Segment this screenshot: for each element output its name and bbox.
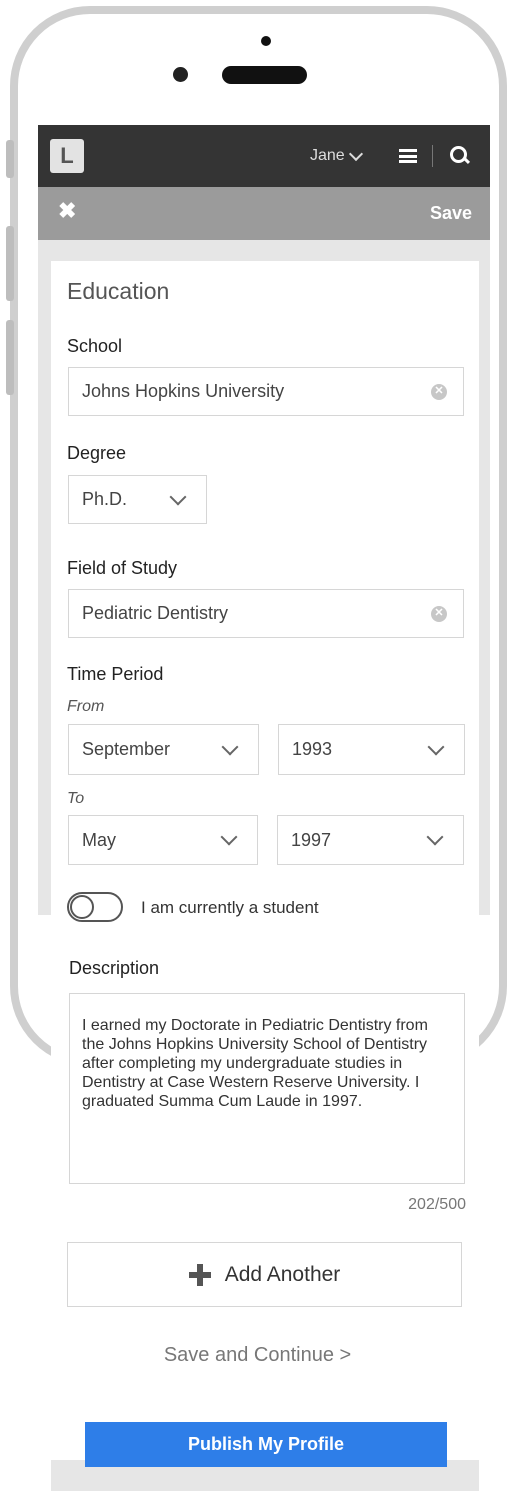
clear-icon[interactable]: ✕	[431, 383, 447, 400]
nav-divider	[432, 145, 433, 167]
plus-icon	[188, 1263, 211, 1286]
to-label: To	[67, 790, 85, 807]
chevron-down-icon	[169, 488, 187, 506]
save-and-continue-link[interactable]: Save and Continue >	[0, 1344, 515, 1367]
chevron-down-icon	[348, 146, 363, 162]
time-period-label: Time Period	[67, 664, 164, 684]
camera-icon	[261, 36, 271, 46]
current-student-toggle[interactable]	[67, 892, 123, 922]
section-title: Education	[67, 278, 170, 304]
description-label: Description	[69, 958, 160, 978]
from-month-select[interactable]: September	[68, 724, 259, 775]
field-of-study-label: Field of Study	[67, 558, 178, 578]
from-year-value: 1993	[292, 739, 333, 759]
top-nav-bar: L Jane	[38, 125, 490, 187]
to-year-select[interactable]: 1997	[277, 815, 464, 865]
chevron-down-icon	[221, 738, 239, 756]
clear-icon[interactable]: ✕	[431, 605, 447, 622]
degree-value: Ph.D.	[82, 489, 128, 509]
from-month-value: September	[82, 739, 171, 759]
description-textarea[interactable]: I earned my Doctorate in Pediatric Denti…	[69, 993, 465, 1184]
current-student-label: I am currently a student	[141, 898, 319, 917]
school-value: Johns Hopkins University	[82, 381, 285, 401]
phone-volume-down-button	[6, 320, 14, 395]
logo[interactable]: L	[50, 139, 84, 173]
sensor-icon	[173, 67, 188, 82]
chevron-down-icon	[220, 828, 238, 846]
phone-volume-up-button	[6, 226, 14, 301]
chevron-down-icon	[427, 738, 445, 756]
to-year-value: 1997	[291, 829, 332, 850]
phone-side-button	[6, 140, 14, 178]
field-of-study-input[interactable]: Pediatric Dentistry ✕	[68, 589, 464, 638]
close-icon[interactable]: ✖	[58, 200, 76, 222]
user-menu[interactable]: Jane	[310, 146, 363, 165]
from-year-select[interactable]: 1993	[278, 724, 465, 775]
add-another-button[interactable]: Add Another	[67, 1242, 462, 1307]
search-icon[interactable]	[449, 145, 471, 167]
add-another-label: Add Another	[224, 1262, 341, 1286]
character-counter: 202/500	[408, 1196, 466, 1213]
speaker-grille	[222, 66, 307, 84]
to-month-select[interactable]: May	[68, 815, 258, 865]
field-of-study-value: Pediatric Dentistry	[82, 603, 229, 623]
action-bar: ✖ Save	[38, 187, 490, 240]
degree-select[interactable]: Ph.D.	[68, 475, 207, 524]
to-month-value: May	[82, 829, 117, 850]
toggle-knob	[70, 895, 94, 919]
user-name: Jane	[310, 147, 345, 164]
school-input[interactable]: Johns Hopkins University ✕	[68, 367, 464, 416]
from-label: From	[67, 698, 105, 715]
publish-profile-button[interactable]: Publish My Profile	[85, 1422, 447, 1467]
save-button[interactable]: Save	[430, 203, 472, 224]
chevron-down-icon	[426, 828, 444, 846]
menu-icon[interactable]	[399, 149, 417, 163]
school-label: School	[67, 336, 123, 356]
degree-label: Degree	[67, 443, 127, 463]
